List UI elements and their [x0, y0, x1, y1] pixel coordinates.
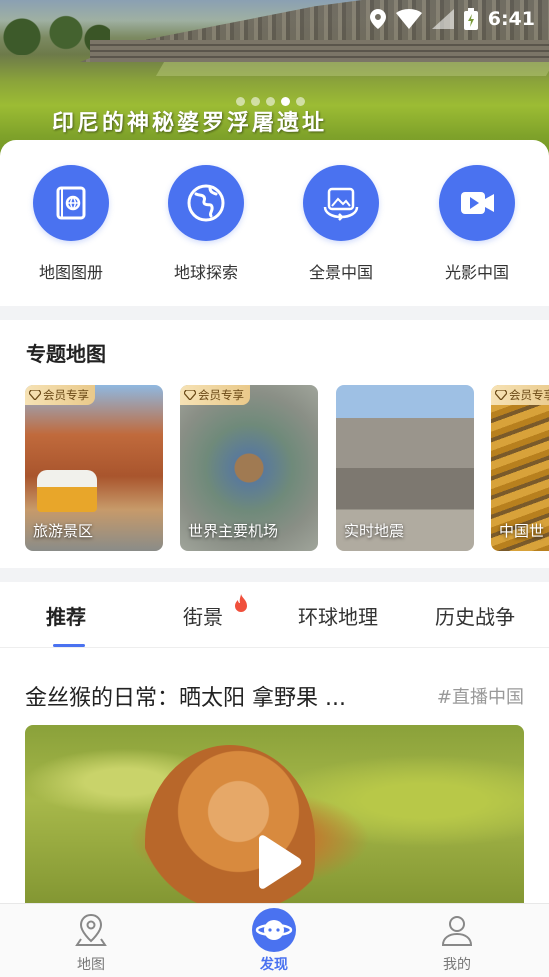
video-camera-icon	[439, 165, 515, 241]
banner-temple-base	[90, 40, 549, 62]
nav-map[interactable]: 地图	[41, 910, 141, 974]
nav-discover[interactable]: 发现	[224, 908, 324, 974]
card-image-van	[37, 470, 97, 512]
quick-entry-globe[interactable]: 地球探索	[151, 165, 261, 283]
special-maps-carousel[interactable]: 会员专享 旅游景区 会员专享 世界主要机场 实时地震 会员专享 中国世	[25, 385, 549, 551]
card-label: 旅游景区	[33, 522, 94, 540]
card-label: 世界主要机场	[188, 522, 279, 540]
tab-history-war[interactable]: 历史战争	[435, 601, 515, 630]
card-label: 中国世	[499, 522, 545, 540]
article-tag[interactable]: #直播中国	[437, 683, 524, 709]
quick-entry-label: 光影中国	[444, 263, 509, 282]
quick-entry-panel: 地图图册 地球探索 全景中国 光影中国	[0, 140, 549, 306]
vip-badge-label: 会员专享	[198, 388, 244, 402]
vip-badge-label: 会员专享	[509, 388, 549, 402]
nav-label: 发现	[260, 957, 288, 973]
nav-profile[interactable]: 我的	[407, 910, 507, 974]
location-icon	[369, 9, 386, 29]
tab-recommend[interactable]: 推荐	[46, 601, 86, 630]
map-pin-icon	[41, 910, 141, 950]
vip-badge: 会员专享	[180, 385, 250, 405]
tab-global-geography[interactable]: 环球地理	[298, 601, 378, 630]
wifi-icon	[395, 9, 422, 29]
diamond-icon	[495, 390, 507, 400]
special-map-card[interactable]: 会员专享 旅游景区	[25, 385, 163, 551]
diamond-icon	[184, 390, 196, 400]
fire-icon	[232, 594, 250, 618]
quick-entry-label: 地图图册	[38, 263, 103, 282]
quick-entry-map-atlas[interactable]: 地图图册	[16, 165, 126, 283]
battery-icon	[463, 8, 478, 30]
status-bar: 6:41	[369, 6, 535, 32]
map-atlas-icon	[33, 165, 109, 241]
vip-badge: 会员专享	[491, 385, 549, 405]
special-map-card[interactable]: 会员专享 中国世	[491, 385, 549, 551]
article-video-thumbnail[interactable]	[25, 725, 524, 915]
banner-caption: 印尼的神秘婆罗浮屠遗址	[52, 110, 328, 136]
diamond-icon	[29, 390, 41, 400]
quick-entry-panorama[interactable]: 全景中国	[286, 165, 396, 283]
nav-label: 我的	[443, 957, 471, 973]
card-label: 实时地震	[344, 522, 405, 540]
signal-icon	[431, 9, 454, 29]
quick-entry-label: 地球探索	[173, 263, 238, 282]
vip-badge-label: 会员专享	[43, 388, 89, 402]
play-icon[interactable]	[253, 835, 303, 897]
banner-path	[155, 62, 549, 76]
discover-icon	[224, 908, 324, 952]
feed-tabs: 推荐 街景 环球地理 历史战争	[0, 582, 549, 648]
section-title: 专题地图	[26, 342, 106, 366]
quick-entry-video[interactable]: 光影中国	[422, 165, 532, 283]
user-icon	[407, 910, 507, 950]
globe-icon	[168, 165, 244, 241]
article-title[interactable]: 金丝猴的日常：晒太阳 拿野果 ...	[25, 680, 346, 712]
status-time: 6:41	[487, 8, 535, 30]
vip-badge: 会员专享	[25, 385, 95, 405]
tab-street-view[interactable]: 街景	[183, 601, 223, 630]
active-tab-indicator	[53, 644, 85, 647]
quick-entry-label: 全景中国	[308, 263, 373, 282]
special-maps-section: 专题地图 会员专享 旅游景区 会员专享 世界主要机场 实时地震 会员专 中国世	[0, 320, 549, 568]
special-map-card[interactable]: 会员专享 世界主要机场	[180, 385, 318, 551]
bottom-navigation: 地图 发现 我的	[0, 903, 549, 977]
special-map-card[interactable]: 实时地震	[336, 385, 474, 551]
panorama-icon	[303, 165, 379, 241]
feed-section: 推荐 街景 环球地理 历史战争 金丝猴的日常：晒太阳 拿野果 ... #直播中国	[0, 582, 549, 915]
discover-page: 印尼的神秘婆罗浮屠遗址 6:41 地图图册 地球探索 全景中国 光影中国 专题地…	[0, 0, 549, 977]
nav-label: 地图	[77, 957, 105, 973]
